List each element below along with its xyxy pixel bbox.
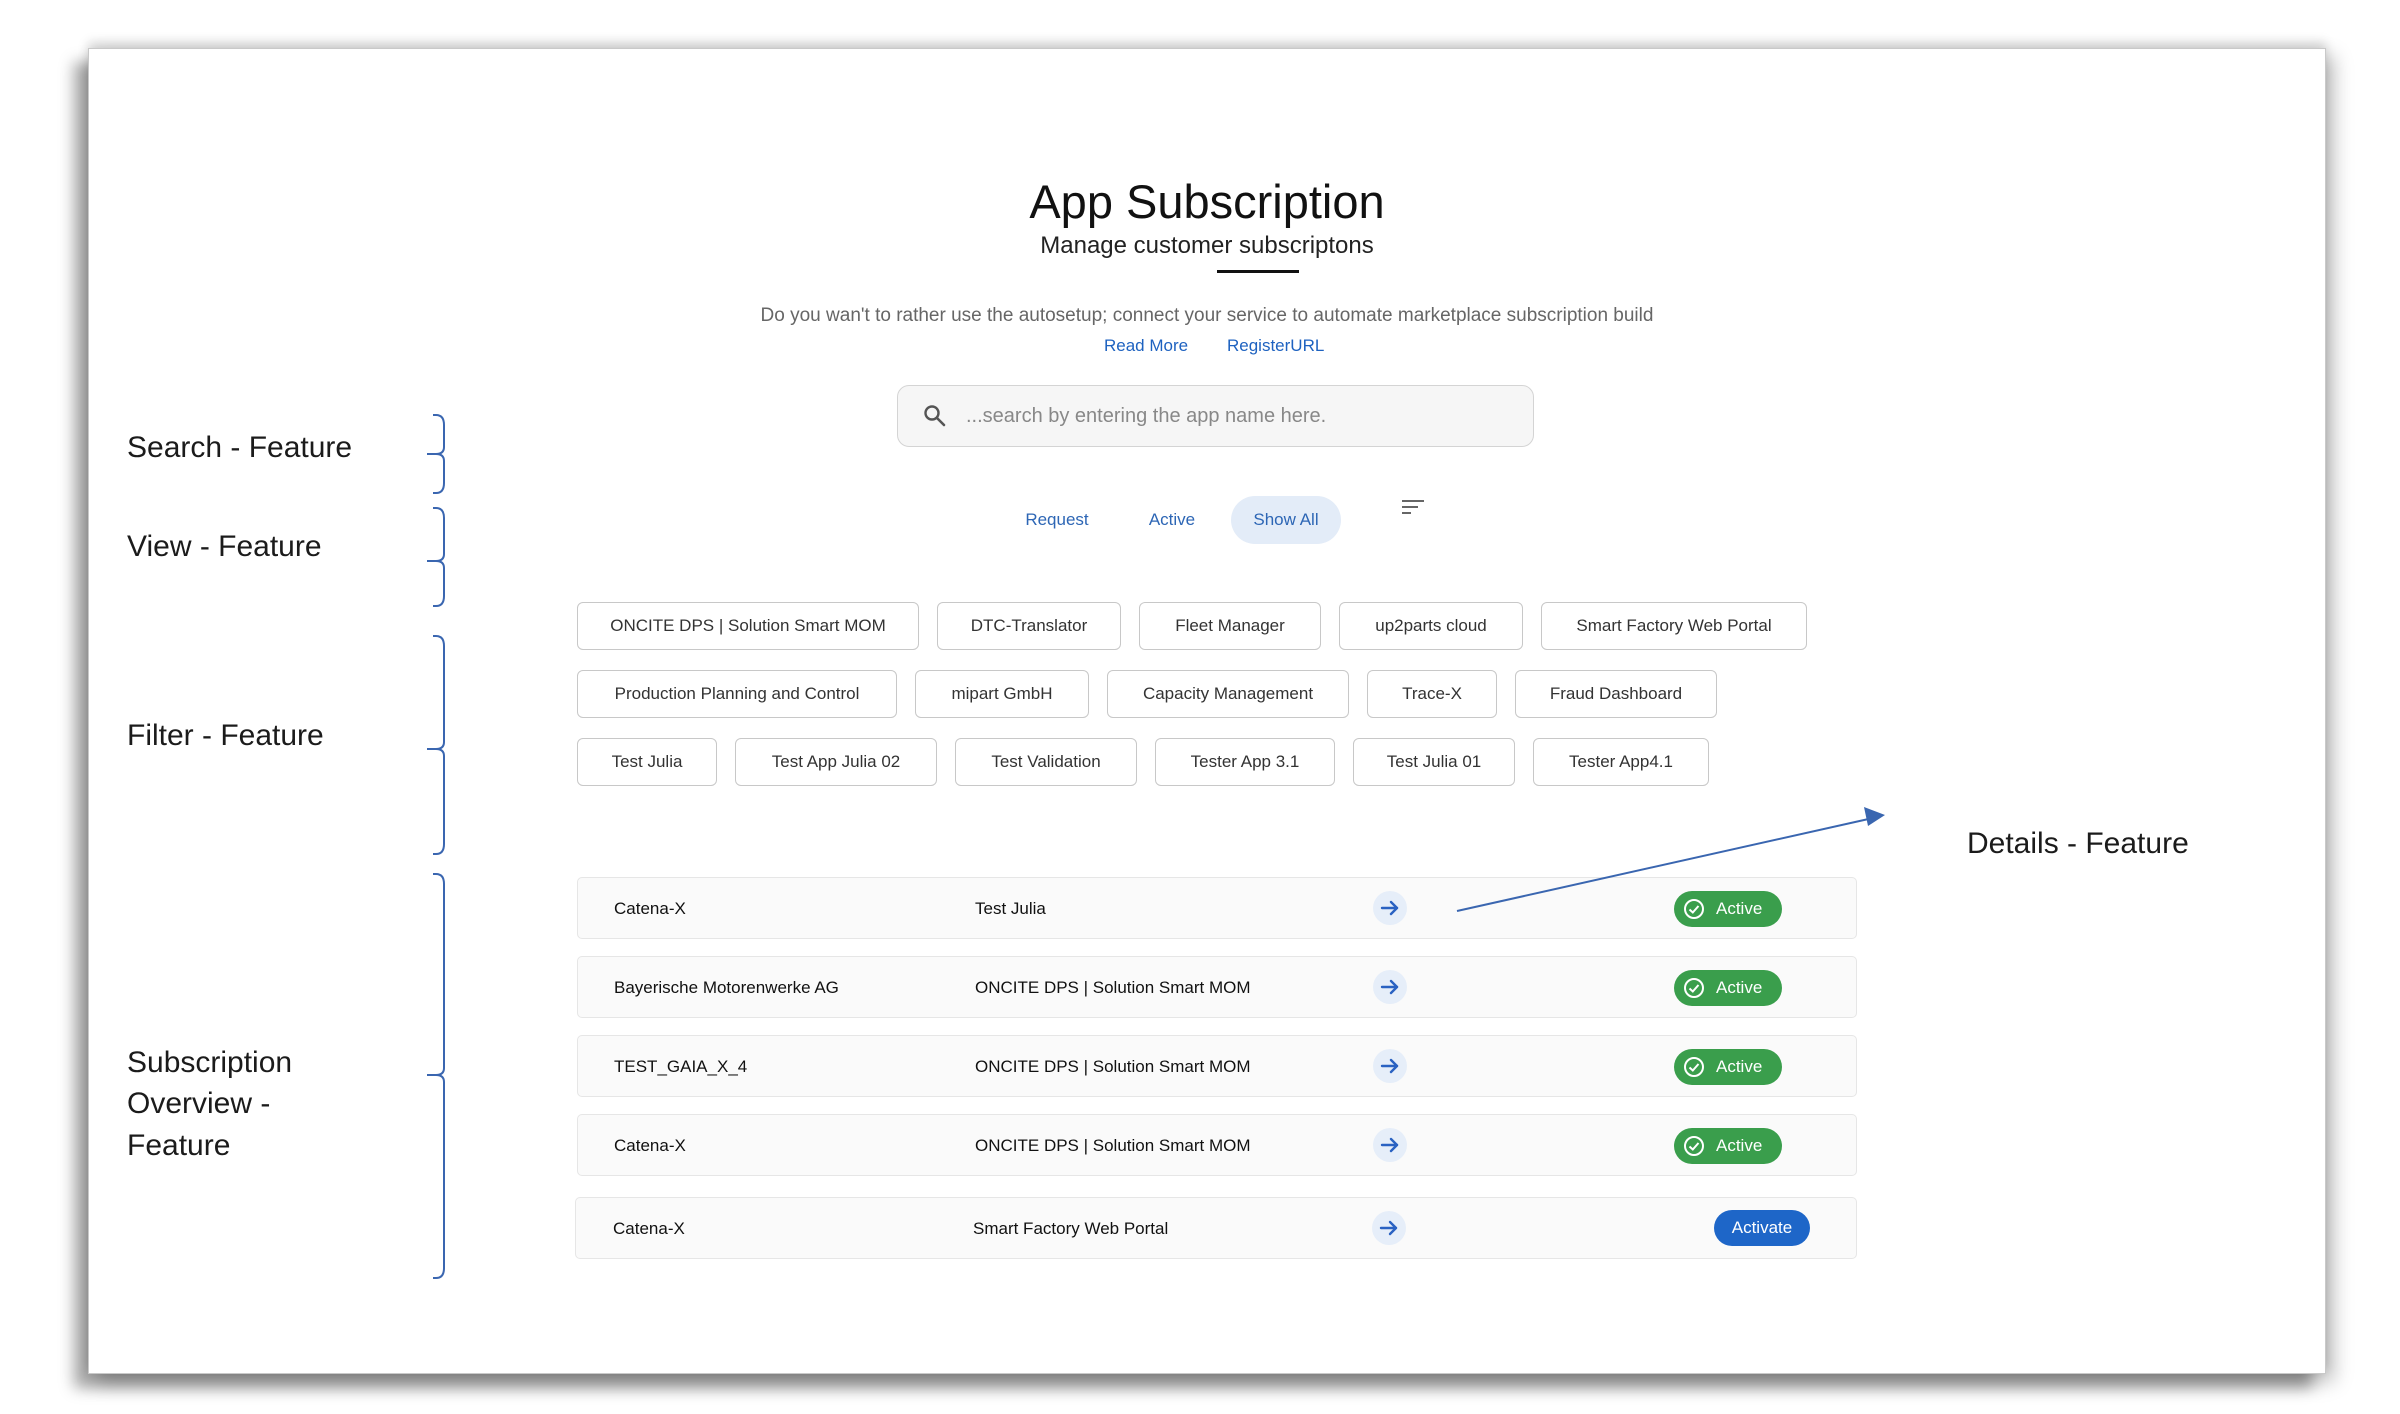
search-feature-bracket bbox=[427, 414, 445, 494]
details-feature-label: Details - Feature bbox=[1967, 827, 2189, 860]
annotation-overlay bbox=[427, 414, 1885, 1279]
details-pointer-line bbox=[1456, 817, 1874, 912]
filter-feature-bracket bbox=[427, 635, 445, 855]
filter-feature-label: Filter - Feature bbox=[127, 719, 324, 752]
search-feature-label: Search - Feature bbox=[127, 431, 353, 464]
overview-feature-label: Overview - bbox=[127, 1087, 271, 1120]
details-pointer-arrowhead bbox=[1864, 807, 1885, 826]
screenshot-frame: App Subscription Manage customer subscri… bbox=[88, 48, 2326, 1374]
overview-feature-bracket bbox=[427, 873, 445, 1279]
view-feature-bracket bbox=[427, 507, 445, 607]
overview-feature-label: Subscription bbox=[127, 1046, 293, 1079]
view-feature-label: View - Feature bbox=[127, 530, 322, 563]
overview-feature-label: Feature bbox=[127, 1129, 231, 1162]
